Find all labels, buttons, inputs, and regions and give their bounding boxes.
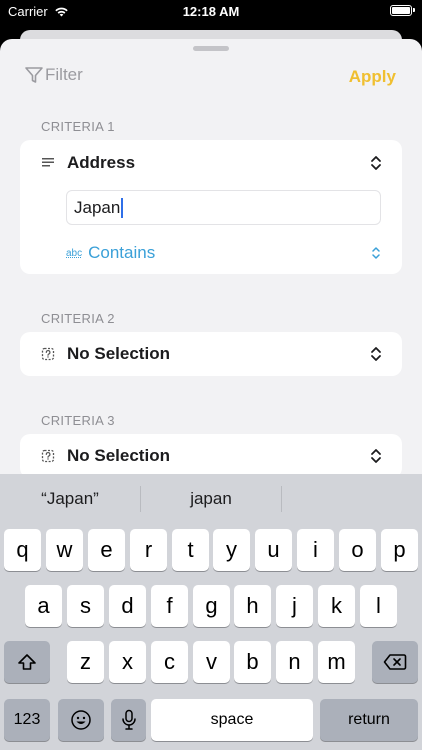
key-k[interactable]: k (318, 585, 355, 627)
criteria-1-field-row[interactable]: Address (20, 141, 402, 185)
key-e[interactable]: e (88, 529, 125, 571)
suggestion-item[interactable]: japan (141, 489, 281, 509)
criteria-3-header: CRITERIA 3 (41, 413, 115, 428)
text-caret (121, 197, 124, 218)
filter-label: Filter (45, 65, 83, 84)
key-q[interactable]: q (4, 529, 41, 571)
dictation-key[interactable] (111, 699, 146, 741)
battery-icon (390, 5, 415, 16)
key-o[interactable]: o (339, 529, 376, 571)
key-l[interactable]: l (360, 585, 397, 627)
key-g[interactable]: g (193, 585, 230, 627)
text-lines-icon (42, 158, 54, 167)
space-key[interactable]: space (151, 699, 313, 741)
key-a[interactable]: a (25, 585, 62, 627)
funnel-icon (25, 67, 43, 83)
status-time: 12:18 AM (182, 4, 240, 19)
key-d[interactable]: d (109, 585, 146, 627)
question-box-icon (41, 347, 55, 361)
nav-bar: Filter Apply (0, 63, 422, 93)
suggestion-divider (281, 486, 282, 512)
key-i[interactable]: i (297, 529, 334, 571)
key-w[interactable]: w (46, 529, 83, 571)
numbers-key[interactable]: 123 (4, 699, 50, 741)
key-h[interactable]: h (234, 585, 271, 627)
key-t[interactable]: t (172, 529, 209, 571)
chevron-up-down-icon (371, 156, 381, 170)
criteria-3-field-row[interactable]: No Selection (20, 434, 402, 478)
key-n[interactable]: n (276, 641, 313, 683)
chevron-up-down-icon (371, 449, 381, 463)
return-key[interactable]: return (320, 699, 418, 741)
status-bar: Carrier 12:18 AM (0, 0, 422, 26)
apply-button[interactable]: Apply (349, 67, 396, 87)
key-p[interactable]: p (381, 529, 418, 571)
shift-key[interactable] (4, 641, 50, 683)
filter-button[interactable]: Filter (24, 65, 83, 85)
key-z[interactable]: z (67, 641, 104, 683)
criteria-2-field-row[interactable]: No Selection (20, 332, 402, 376)
chevron-up-down-icon (371, 347, 381, 361)
emoji-key[interactable] (58, 699, 104, 741)
suggestion-item[interactable]: “Japan” (0, 489, 140, 509)
criteria-1-operator-picker[interactable]: abc Contains (66, 241, 382, 265)
criteria-2-header: CRITERIA 2 (41, 311, 115, 326)
criteria-3-card: No Selection (20, 434, 402, 478)
key-f[interactable]: f (151, 585, 188, 627)
key-y[interactable]: y (213, 529, 250, 571)
sheet-grabber[interactable] (193, 46, 229, 51)
key-j[interactable]: j (276, 585, 313, 627)
key-r[interactable]: r (130, 529, 167, 571)
key-s[interactable]: s (67, 585, 104, 627)
key-c[interactable]: c (151, 641, 188, 683)
criteria-1-header: CRITERIA 1 (41, 119, 115, 134)
criteria-1-field-label: Address (67, 153, 136, 172)
backspace-icon (383, 654, 407, 670)
criteria-2-card: No Selection (20, 332, 402, 376)
delete-key[interactable] (372, 641, 418, 683)
suggestion-bar: “Japan” japan (0, 474, 422, 526)
criteria-3-field-label: No Selection (67, 446, 170, 465)
shift-arrow-icon (18, 654, 36, 670)
emoji-icon (71, 710, 91, 730)
criteria-1-card: Address Japan abc Contains (20, 140, 402, 274)
criteria-1-value-input[interactable]: Japan (66, 190, 381, 225)
chevron-up-down-icon (372, 247, 380, 259)
criteria-2-field-label: No Selection (67, 344, 170, 363)
key-m[interactable]: m (318, 641, 355, 683)
key-x[interactable]: x (109, 641, 146, 683)
key-v[interactable]: v (193, 641, 230, 683)
key-b[interactable]: b (234, 641, 271, 683)
question-box-icon (41, 449, 55, 463)
status-right (390, 5, 415, 16)
microphone-icon (121, 709, 136, 730)
abc-icon: abc (66, 247, 83, 259)
key-u[interactable]: u (255, 529, 292, 571)
keyboard: “Japan” japan q w e r t y u i o p a s d … (0, 474, 422, 750)
criteria-1-value-text: Japan (74, 197, 121, 217)
criteria-1-operator-label: Contains (88, 243, 156, 262)
